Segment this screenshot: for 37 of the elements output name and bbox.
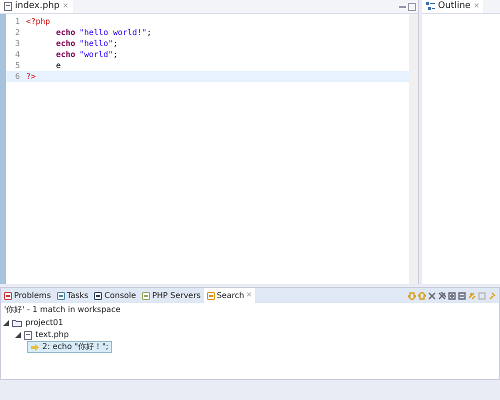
search-summary: '你好' - 1 match in workspace [3, 304, 122, 316]
line-number: 5 [14, 60, 21, 72]
panel-tab[interactable]: Problems [1, 288, 54, 303]
stop-icon[interactable] [478, 292, 486, 300]
arrow-icon [31, 344, 40, 350]
outline-icon [426, 2, 435, 11]
line-number: 6 [14, 70, 21, 82]
line-number: 1 [14, 16, 21, 28]
code-line: echo "hello world!"; [56, 26, 152, 38]
expand-toggle-icon[interactable] [3, 320, 10, 326]
previous-icon[interactable] [418, 292, 426, 300]
expand-all-icon[interactable] [448, 292, 456, 300]
collapse-all-icon[interactable] [458, 292, 466, 300]
panel-tab[interactable]: Console [91, 288, 140, 303]
scrollbar[interactable] [409, 14, 418, 284]
line-number: 3 [14, 38, 21, 50]
panel-tab[interactable]: Tasks [54, 288, 92, 303]
code-line: echo "world"; [56, 48, 118, 60]
line-number: 2 [14, 26, 21, 38]
code-line: echo "hello"; [56, 38, 118, 50]
maximize-icon[interactable] [408, 2, 416, 10]
minimize-icon[interactable] [398, 4, 406, 8]
expand-toggle-icon[interactable] [15, 332, 22, 338]
tree-item[interactable]: text.php [24, 329, 69, 341]
file-icon [24, 330, 32, 340]
remove-all-icon[interactable] [438, 292, 446, 300]
next-icon[interactable] [408, 292, 416, 300]
tree-item[interactable]: project01 [12, 317, 64, 329]
code-line: ?> [26, 70, 36, 82]
remove-icon[interactable] [428, 292, 436, 300]
panel-tab[interactable]: PHP Servers [139, 288, 204, 303]
code-line: <?php [26, 16, 50, 28]
line-number: 4 [14, 48, 21, 60]
tree-item[interactable]: 2: echo "你好！"; [27, 341, 112, 353]
code-line: e [56, 60, 61, 72]
file-icon [4, 2, 12, 11]
folder-icon [12, 319, 22, 327]
